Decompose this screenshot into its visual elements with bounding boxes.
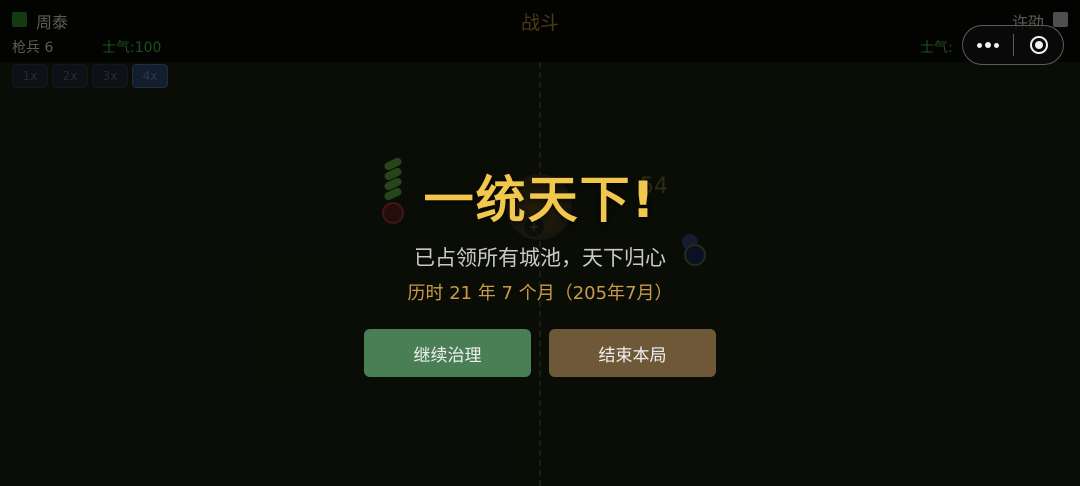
miniprogram-capsule (962, 25, 1064, 65)
dot (977, 42, 982, 48)
close-dot (1035, 41, 1043, 49)
more-dots-icon[interactable] (963, 26, 1013, 64)
reign-duration: 历时 21 年 7 个月（205年7月） (407, 283, 673, 304)
close-ring (1030, 36, 1048, 54)
dot (994, 42, 999, 48)
end-game-button[interactable]: 结束本局 (549, 329, 716, 377)
continue-governing-button[interactable]: 继续治理 (364, 329, 531, 377)
victory-title: 一统天下! (423, 171, 657, 229)
dot (985, 42, 991, 48)
victory-subtitle: 已占领所有城池，天下归心 (414, 246, 666, 270)
target-close-icon[interactable] (1014, 26, 1064, 64)
game-screen: 周泰 枪兵 6 士气:100 战斗 许劭 士气: 1x 2x 3x 4x + 5… (0, 0, 1080, 486)
